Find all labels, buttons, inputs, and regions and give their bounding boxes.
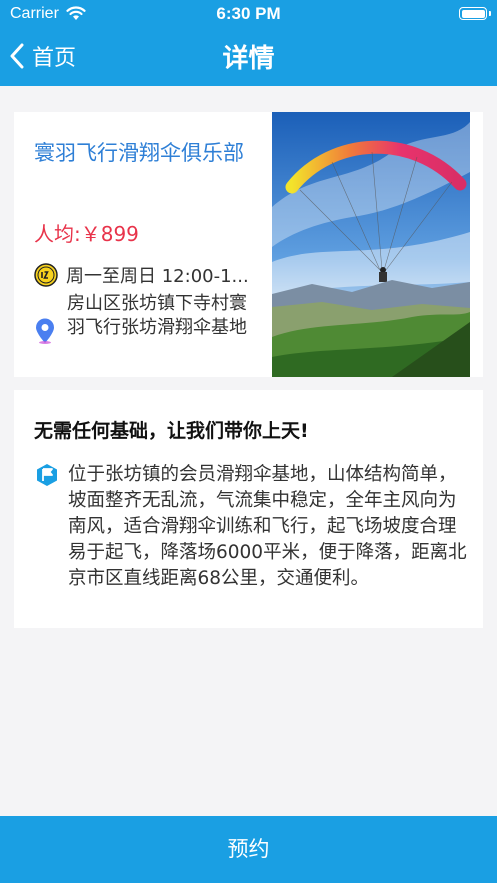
navigation-bar: 首页 详情: [0, 28, 497, 86]
address-text: 房山区张坊镇下寺村寰羽飞行张坊滑翔伞基地: [67, 293, 247, 338]
page-title: 详情: [222, 44, 275, 74]
flag-icon: [37, 464, 57, 486]
battery-tip: [489, 11, 491, 16]
tagline: 无需任何基础，让我们带你上天!: [34, 420, 309, 442]
status-bar: Carrier 6:30 PM: [0, 0, 497, 28]
top-bar: Carrier 6:30 PM 首页 详情: [0, 0, 497, 86]
paragliding-photo: [272, 112, 470, 377]
description: 位于张坊镇的会员滑翔伞基地，山体结构简单，坡面整齐无乱流，气流集中稳定，全年主风…: [68, 464, 467, 589]
battery-icon: [459, 7, 487, 20]
club-info-card: 寰羽飞行滑翔伞俱乐部 人均:￥899 周一至周日 12:00-1... 房山区张…: [14, 112, 483, 377]
club-name: 寰羽飞行滑翔伞俱乐部: [34, 141, 244, 165]
clock-icon: [34, 263, 58, 287]
book-button[interactable]: 预约: [0, 816, 497, 883]
hours-text: 周一至周日 12:00-1...: [66, 266, 249, 287]
status-time: 6:30 PM: [216, 4, 281, 23]
price-label: 人均:￥899: [34, 222, 139, 246]
opening-hours: 周一至周日 12:00-1...: [34, 262, 256, 288]
location-pin-icon: [36, 318, 54, 344]
intro-card: 无需任何基础，让我们带你上天! 位于张坊镇的会员滑翔伞基地，山体结构简单，坡面整…: [14, 390, 483, 628]
